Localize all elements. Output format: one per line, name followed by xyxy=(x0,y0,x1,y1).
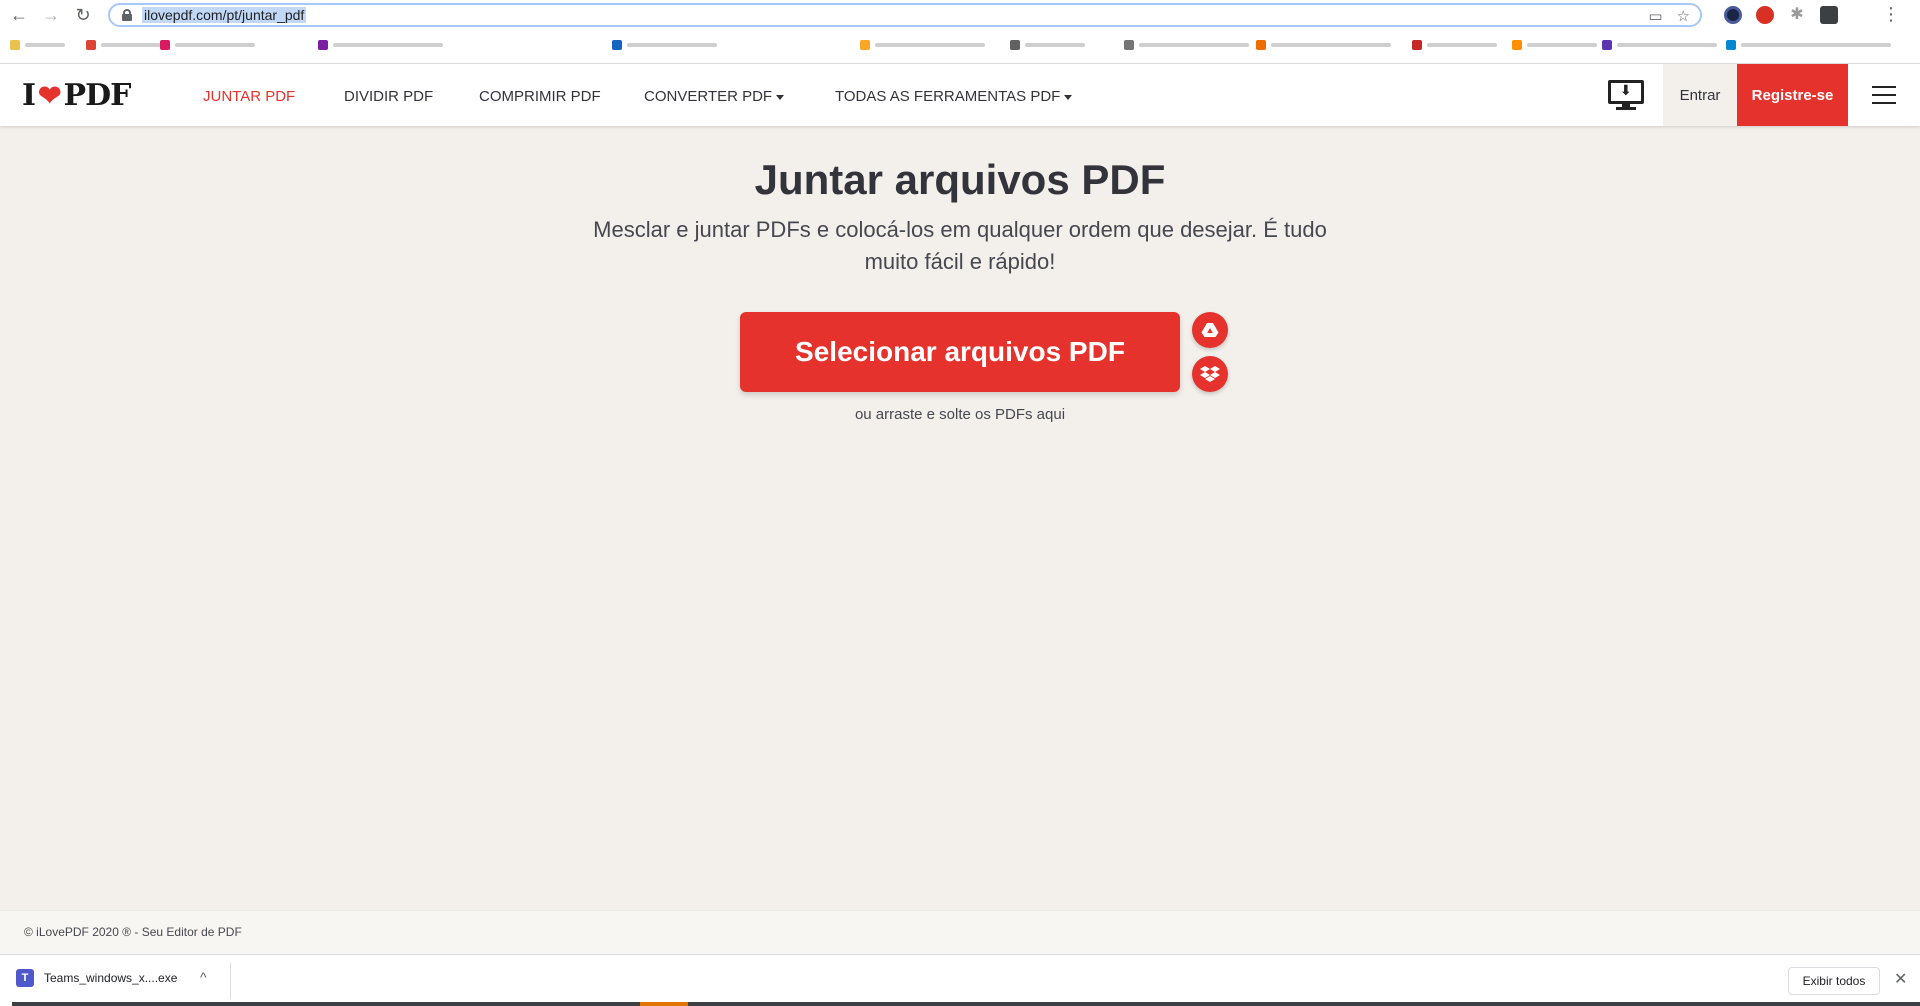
nav-all-tools[interactable]: TODAS AS FERRAMENTAS PDF xyxy=(835,88,1073,105)
cast-icon[interactable]: ▭ xyxy=(1648,7,1662,25)
bookmark-item[interactable] xyxy=(1256,40,1391,50)
nav-compress-pdf[interactable]: COMPRIMIR PDF xyxy=(479,88,601,105)
browser-toolbar: ← → ↻ ilovepdf.com/pt/juntar_pdf ▭ ☆ ✱ ⋮ xyxy=(0,0,1920,30)
extension-icon[interactable] xyxy=(1724,5,1742,24)
bookmark-item[interactable] xyxy=(860,40,985,50)
select-pdf-files-button[interactable]: Selecionar arquivos PDF xyxy=(740,312,1180,392)
extensions-area: ✱ ⋮ xyxy=(1724,4,1900,25)
footer-copyright: © iLovePDF 2020 ® - Seu Editor de PDF xyxy=(24,925,242,939)
forward-icon[interactable]: → xyxy=(38,2,64,28)
bookmark-item[interactable] xyxy=(318,40,443,50)
reload-icon[interactable]: ↻ xyxy=(70,2,96,28)
nav-all-tools-label: TODAS AS FERRAMENTAS PDF xyxy=(835,88,1061,105)
bookmark-item[interactable] xyxy=(86,40,161,50)
close-icon[interactable]: ✕ xyxy=(1894,969,1907,989)
login-button[interactable]: Entrar xyxy=(1663,64,1737,126)
extension-icon[interactable] xyxy=(1820,5,1838,24)
divider xyxy=(230,963,231,999)
nav-convert-label: CONVERTER PDF xyxy=(644,88,773,105)
dropbox-icon xyxy=(1200,366,1220,382)
nav-split-pdf[interactable]: DIVIDIR PDF xyxy=(344,88,433,105)
google-drive-icon xyxy=(1201,323,1219,337)
google-drive-button[interactable] xyxy=(1192,312,1228,348)
download-bar: T Teams_windows_x....exe ^ Exibir todos … xyxy=(0,954,1920,1006)
nav-merge-pdf[interactable]: JUNTAR PDF xyxy=(203,88,295,105)
page-title: Juntar arquivos PDF xyxy=(754,156,1166,203)
bookmark-item[interactable] xyxy=(10,40,65,50)
bookmark-item[interactable] xyxy=(1412,40,1497,50)
hamburger-menu-icon[interactable] xyxy=(1872,86,1896,104)
bookmark-item[interactable] xyxy=(1726,40,1891,50)
ilovepdf-logo[interactable]: I ❤ PDF xyxy=(22,78,132,113)
page-subtitle: Mesclar e juntar PDFs e colocá-los em qu… xyxy=(593,217,1327,274)
dropbox-button[interactable] xyxy=(1192,356,1228,392)
taskbar-strip xyxy=(12,1002,1920,1006)
signup-button[interactable]: Registre-se xyxy=(1737,64,1848,126)
drop-hint: ou arraste e solte os PDFs aqui xyxy=(854,406,1066,423)
desktop-download-icon[interactable]: ⬇ xyxy=(1608,80,1644,110)
chevron-up-icon[interactable]: ^ xyxy=(200,969,207,985)
extension-puzzle-icon[interactable]: ✱ xyxy=(1788,6,1806,24)
logo-text-i: I xyxy=(22,78,36,113)
bookmark-star-icon[interactable]: ☆ xyxy=(1677,7,1690,25)
logo-text-pdf: PDF xyxy=(63,78,132,113)
caret-down-icon xyxy=(776,94,785,100)
bookmark-item[interactable] xyxy=(612,40,717,50)
adblock-extension-icon[interactable] xyxy=(1756,5,1774,24)
caret-down-icon xyxy=(1064,94,1073,100)
download-item[interactable]: T Teams_windows_x....exe xyxy=(16,969,177,987)
site-header: I ❤ PDF JUNTAR PDF DIVIDIR PDF COMPRIMIR… xyxy=(0,64,1920,126)
download-arrow-icon: ⬇ xyxy=(1620,82,1632,98)
back-icon[interactable]: ← xyxy=(6,2,32,28)
download-file-name: Teams_windows_x....exe xyxy=(44,971,178,985)
site-footer: © iLovePDF 2020 ® - Seu Editor de PDF xyxy=(0,910,1920,954)
bookmark-item[interactable] xyxy=(1512,40,1597,50)
lock-icon[interactable] xyxy=(122,9,132,21)
browser-menu-icon[interactable]: ⋮ xyxy=(1882,4,1900,25)
teams-icon: T xyxy=(16,969,34,987)
heart-icon: ❤ xyxy=(38,79,61,112)
bookmark-item[interactable] xyxy=(1010,40,1085,50)
bookmark-item[interactable] xyxy=(1124,40,1249,50)
bookmarks-bar xyxy=(0,30,1920,64)
url-text[interactable]: ilovepdf.com/pt/juntar_pdf xyxy=(142,7,307,23)
nav-convert-pdf[interactable]: CONVERTER PDF xyxy=(644,88,785,105)
show-all-downloads-button[interactable]: Exibir todos xyxy=(1788,967,1880,995)
address-bar[interactable]: ilovepdf.com/pt/juntar_pdf ▭ ☆ xyxy=(108,3,1702,27)
bookmark-item[interactable] xyxy=(160,40,255,50)
bookmark-item[interactable] xyxy=(1602,40,1717,50)
